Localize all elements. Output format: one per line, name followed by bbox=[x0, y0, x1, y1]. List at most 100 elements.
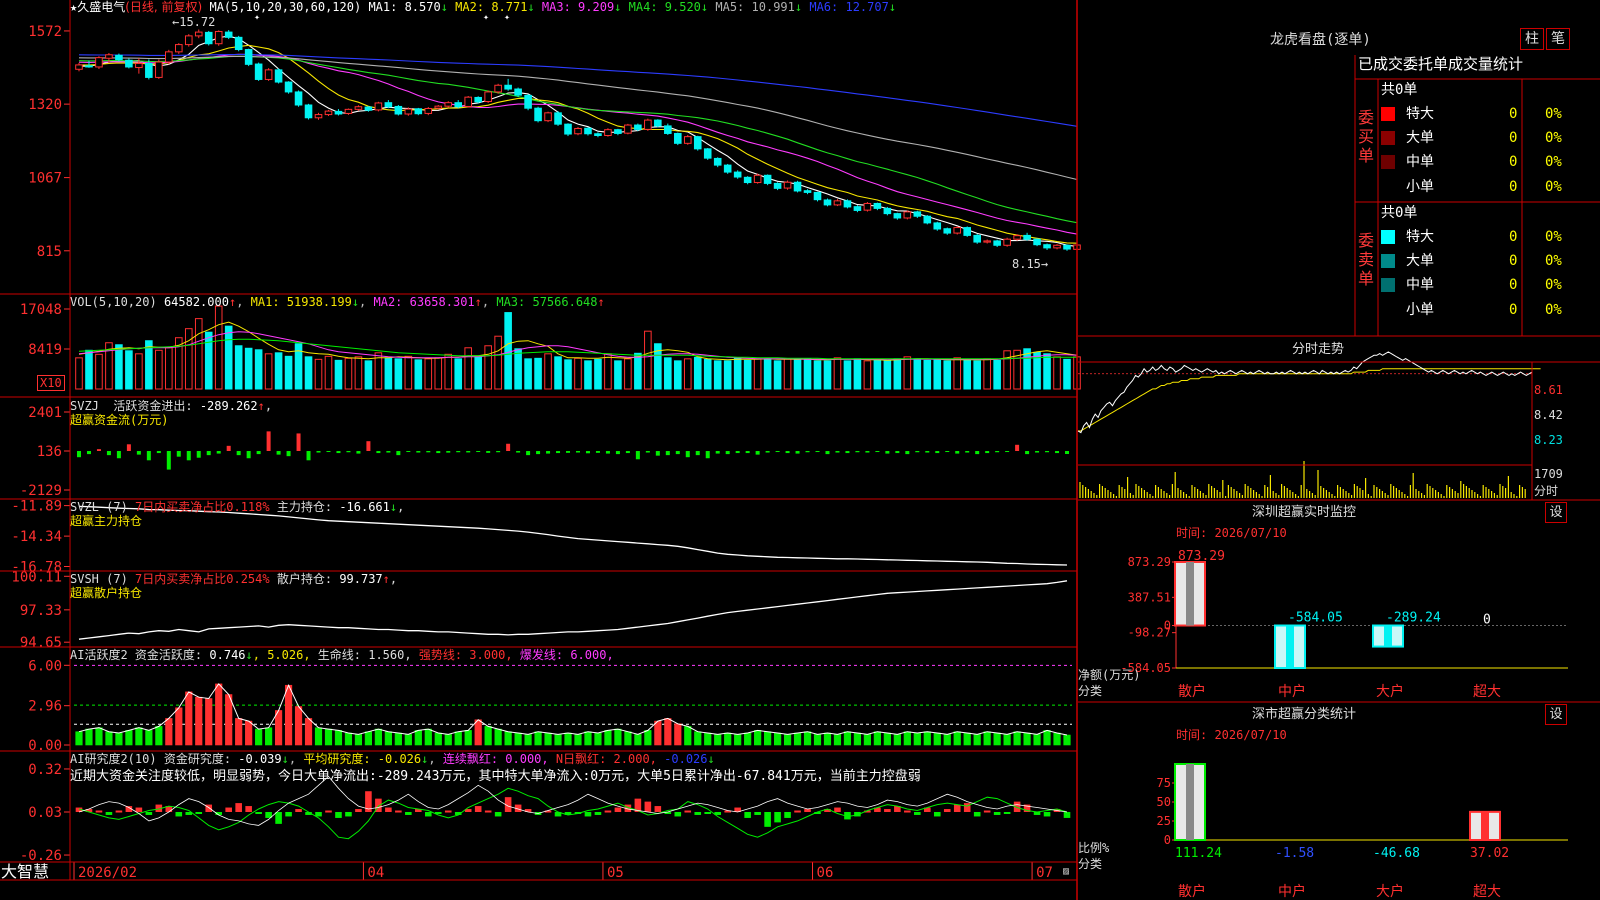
volume-bar bbox=[274, 352, 283, 390]
ai-research-bar bbox=[614, 807, 622, 812]
svzj-ytick-label: 136 bbox=[37, 444, 62, 460]
candle bbox=[693, 136, 702, 150]
intraday-pane[interactable] bbox=[1077, 351, 1541, 498]
svsh-subtitle: 超赢散户持仓 bbox=[70, 586, 143, 600]
ai-research-bar bbox=[754, 812, 761, 815]
ai-research-bar bbox=[604, 810, 612, 813]
candle bbox=[923, 215, 932, 224]
tab-bar[interactable]: 柱 bbox=[1520, 28, 1544, 50]
candle bbox=[524, 94, 532, 109]
svzj-subtitle: 超赢资金流(万元) bbox=[70, 413, 169, 427]
ai-research-bar bbox=[405, 812, 412, 815]
svsh-ytick-label: 100.11 bbox=[11, 569, 62, 585]
ai-research-bar bbox=[315, 812, 322, 817]
volume-bar bbox=[534, 357, 542, 390]
ai-active-bar bbox=[135, 727, 143, 746]
ai-active-bar bbox=[554, 734, 562, 746]
volume-bar bbox=[683, 358, 692, 390]
volume-bar bbox=[1063, 358, 1071, 390]
ratio-ytick-label: 50 bbox=[1157, 795, 1171, 809]
svzj-bar bbox=[855, 451, 860, 453]
candle bbox=[584, 127, 592, 135]
ai-active-bar bbox=[813, 734, 822, 746]
tab-tick[interactable]: 笔 bbox=[1546, 28, 1570, 50]
candle bbox=[354, 106, 363, 110]
ai-research-bar bbox=[983, 810, 991, 813]
buy-row-label: 中单 bbox=[1406, 154, 1434, 170]
svzl-pane[interactable] bbox=[78, 505, 1068, 566]
svzj-bar bbox=[316, 451, 321, 453]
kline-pane[interactable] bbox=[75, 29, 1081, 251]
buy-row-qty: 0 bbox=[1509, 179, 1518, 195]
buy-row-pct: 0% bbox=[1545, 179, 1562, 195]
ai-active-bar bbox=[674, 723, 682, 746]
volume-bar bbox=[404, 355, 413, 390]
ai-research-bar bbox=[135, 807, 143, 812]
ratio-bar-core bbox=[1481, 811, 1489, 840]
svzj-bar bbox=[496, 451, 501, 453]
ai-active-bar bbox=[903, 731, 911, 746]
ratio-ytick-label: 25 bbox=[1157, 814, 1171, 828]
svzj-pane[interactable] bbox=[76, 431, 1070, 470]
candle bbox=[1033, 238, 1041, 246]
volume-bar bbox=[95, 353, 103, 390]
candle bbox=[843, 200, 852, 208]
candle bbox=[1043, 244, 1051, 249]
candle bbox=[364, 106, 373, 111]
svzj-bar bbox=[805, 451, 810, 453]
svzj-bar bbox=[556, 451, 561, 454]
ai-research-pane[interactable] bbox=[75, 775, 1071, 840]
svzj-bar bbox=[156, 451, 161, 454]
svsh-pane[interactable] bbox=[78, 580, 1068, 640]
candle bbox=[963, 227, 972, 236]
svzj-bar bbox=[755, 451, 760, 455]
period-label[interactable]: (日线, 前复权) bbox=[125, 0, 202, 14]
sz-class-settings-button[interactable]: 设 bbox=[1545, 704, 1567, 725]
candle bbox=[294, 91, 303, 106]
ai-research-bar bbox=[933, 812, 941, 817]
candle bbox=[574, 128, 582, 135]
volume-bar bbox=[664, 357, 672, 390]
sz-monitor-settings-button[interactable]: 设 bbox=[1545, 502, 1567, 523]
ai-active-pane[interactable] bbox=[74, 664, 1072, 746]
volume-bar bbox=[155, 349, 163, 390]
candle bbox=[234, 36, 243, 51]
volume-bar bbox=[893, 358, 902, 390]
time-axis-label: 2026/02 bbox=[78, 865, 137, 881]
volume-bar bbox=[713, 360, 722, 390]
svzj-bar bbox=[206, 451, 211, 456]
svzj-bar bbox=[625, 451, 630, 454]
volume-bar bbox=[883, 360, 892, 390]
candle bbox=[803, 190, 812, 193]
volume-bar bbox=[135, 353, 143, 390]
sell-row-label: 中单 bbox=[1406, 277, 1434, 293]
volume-bar bbox=[344, 357, 353, 390]
brand-logo[interactable]: 大智慧 bbox=[1, 862, 49, 882]
volume-bar bbox=[504, 312, 512, 390]
svzj-bar bbox=[765, 451, 770, 453]
volume-bar bbox=[224, 325, 233, 390]
ai-research-bar bbox=[424, 812, 432, 817]
ai-research-bar bbox=[884, 809, 891, 812]
volume-bar bbox=[953, 357, 962, 390]
candle bbox=[135, 62, 143, 69]
svzj-bar bbox=[695, 451, 700, 456]
svzj-bar bbox=[835, 451, 840, 453]
candle bbox=[833, 200, 842, 206]
volume-pane[interactable] bbox=[75, 305, 1081, 390]
kline-ytick-label: 1320 bbox=[28, 97, 62, 113]
ai-research-bar bbox=[804, 809, 811, 812]
stock-name[interactable]: 久盛电气 bbox=[77, 0, 125, 14]
volume-bar bbox=[204, 331, 213, 390]
ai-active-bar bbox=[564, 732, 572, 746]
buy-swatch bbox=[1381, 107, 1395, 121]
sell-swatch bbox=[1381, 230, 1395, 244]
sell-row-pct: 0% bbox=[1545, 277, 1562, 293]
ai-active-bar bbox=[414, 730, 422, 746]
candle bbox=[943, 228, 952, 234]
candle bbox=[873, 202, 882, 209]
lock-icon[interactable]: ▨ bbox=[1063, 864, 1069, 880]
ai-active-bar bbox=[274, 710, 283, 746]
buy-row-label: 小单 bbox=[1406, 179, 1434, 195]
candle bbox=[883, 207, 892, 215]
